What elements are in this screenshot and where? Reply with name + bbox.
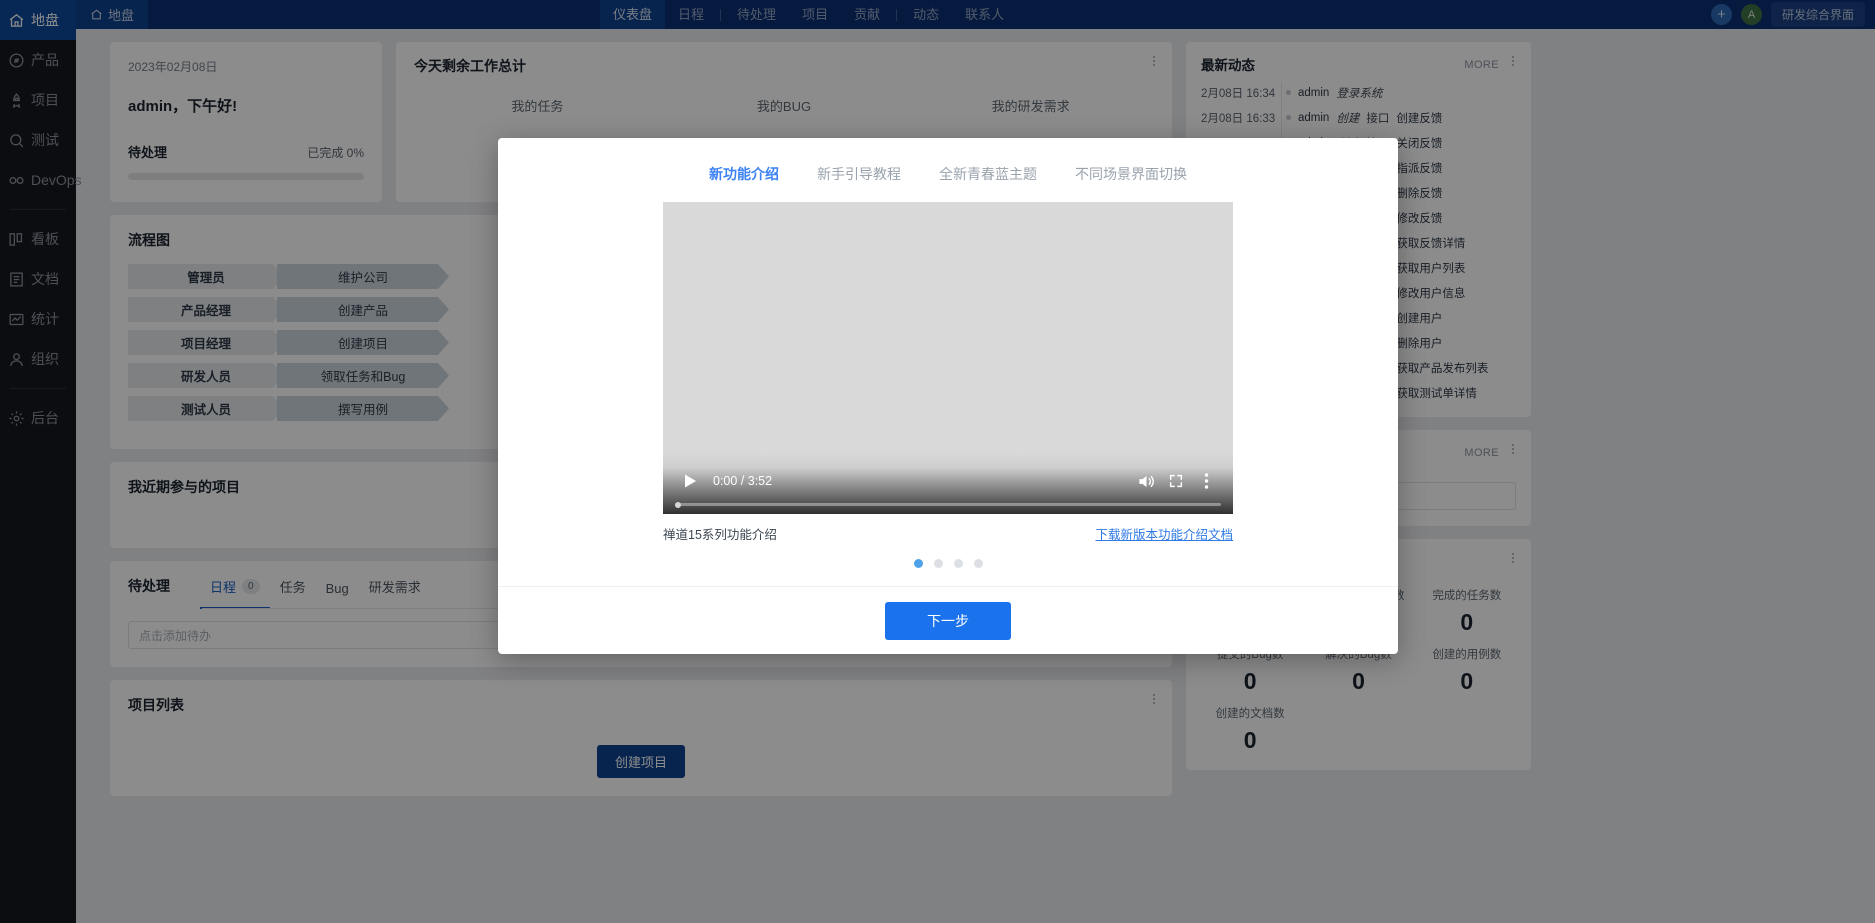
carousel-dot[interactable] <box>973 559 983 568</box>
tab-beginner-guide[interactable]: 新手引导教程 <box>809 160 909 188</box>
modal-tabs: 新功能介绍 新手引导教程 全新青春蓝主题 不同场景界面切换 <box>498 138 1398 202</box>
volume-icon[interactable] <box>1131 466 1161 496</box>
video-controls: 0:00 / 3:52 <box>663 452 1233 514</box>
video-caption: 禅道15系列功能介绍 <box>663 528 777 542</box>
app-root: 地盘 产品 项目 测试 DevOps 看板 文档 统计 组织 后台 地盘 仪表盘… <box>0 0 1875 923</box>
tab-blue-theme[interactable]: 全新青春蓝主题 <box>931 160 1045 188</box>
video-time-display: 0:00 / 3:52 <box>713 474 773 488</box>
feature-intro-modal: 新功能介绍 新手引导教程 全新青春蓝主题 不同场景界面切换 0:00 / 3:5… <box>498 138 1398 654</box>
carousel-dot[interactable] <box>953 559 963 568</box>
video-progress-bar[interactable] <box>675 501 1221 508</box>
kebab-menu-icon[interactable] <box>1191 466 1221 496</box>
video-control-buttons: 0:00 / 3:52 <box>675 465 1221 497</box>
modal-caption-row: 禅道15系列功能介绍 下载新版本功能介绍文档 <box>663 524 1233 543</box>
video-player[interactable]: 0:00 / 3:52 <box>663 202 1233 514</box>
modal-footer: 下一步 <box>498 586 1398 654</box>
carousel-dots <box>913 559 983 568</box>
tab-scene-switch[interactable]: 不同场景界面切换 <box>1067 160 1195 188</box>
next-step-button[interactable]: 下一步 <box>885 601 1011 640</box>
play-icon[interactable] <box>675 466 705 496</box>
tab-new-features[interactable]: 新功能介绍 <box>701 160 787 188</box>
carousel-dot[interactable] <box>913 559 923 568</box>
video-progress-knob[interactable] <box>675 501 681 508</box>
fullscreen-icon[interactable] <box>1161 466 1191 496</box>
download-doc-link[interactable]: 下载新版本功能介绍文档 <box>1095 524 1233 543</box>
modal-body: 0:00 / 3:52 禅道15系列功能介绍 下载新版本功能介绍文档 <box>498 202 1398 586</box>
carousel-dot[interactable] <box>933 559 943 568</box>
